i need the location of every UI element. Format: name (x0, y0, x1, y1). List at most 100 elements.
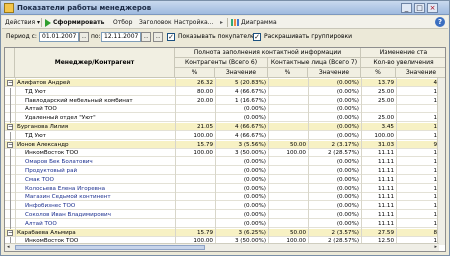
column-divider (15, 78, 16, 251)
column-divider (361, 78, 362, 251)
row-value (268, 123, 308, 131)
row-name: Павлодарский мебельный комбинат (25, 97, 133, 104)
col-increase: Кол-во увеличения (361, 58, 445, 68)
table-row[interactable]: ТД Уют 80.00 4 (66.67%) (0.00%) 25.00 1 (5, 87, 445, 97)
report-grid[interactable]: Менеджер/Контрагент Полнота заполнения к… (4, 47, 446, 252)
row-name: Удаленный отдел "Уют" (25, 115, 96, 122)
scroll-right-icon[interactable]: ▸ (434, 244, 437, 250)
period-from-input[interactable]: 01.01.2007 (39, 32, 79, 42)
sub-pct: % (268, 68, 308, 78)
period-to-input[interactable]: 12.11.2007 (101, 32, 141, 42)
row-value: 4 (433, 80, 437, 86)
row-value: (0.00%) (336, 106, 359, 113)
table-row[interactable]: Колосьева Елена Игоревна (0.00%) (0.00%) 11… (5, 184, 445, 194)
settings-button[interactable]: Настройка... (174, 17, 213, 28)
row-value: 13.79 (377, 80, 394, 86)
manager-group-row[interactable]: − Ионов Александр 15.79 3 (5.56%) 50.00 2 (3.… (5, 140, 445, 149)
vertical-scrollbar[interactable] (437, 78, 445, 245)
column-divider (268, 78, 269, 251)
row-value (175, 202, 215, 210)
generate-button[interactable]: Сформировать (45, 17, 104, 28)
app-icon (4, 3, 14, 13)
table-row[interactable]: Магазин Седьмой континент (0.00%) (0.00%) 1… (5, 193, 445, 203)
header-button[interactable]: Заголовок (139, 17, 172, 28)
row-name: Алтай ТОО (25, 106, 57, 113)
row-value: (0.00%) (336, 159, 359, 166)
report-window: Показатели работы менеджеров _ □ × Дейст… (0, 0, 450, 256)
row-value: 4 (66.67%) (234, 88, 266, 95)
settings-arrow-icon[interactable]: ▸ (220, 17, 223, 28)
row-value (175, 193, 215, 201)
row-value: 9 (433, 141, 437, 148)
sub-pct: % (361, 68, 396, 78)
row-value (396, 105, 439, 113)
collapse-icon[interactable]: − (7, 124, 13, 130)
row-value (268, 105, 308, 113)
color-groups-checkbox[interactable]: ✓ (253, 33, 261, 41)
show-buyers-checkbox[interactable]: ✓ (167, 33, 175, 41)
row-value: (0.00%) (336, 220, 359, 227)
selection-button[interactable]: Отбор (113, 17, 132, 28)
row-value: (0.00%) (336, 194, 359, 201)
title-bar: Показатели работы менеджеров _ □ × (1, 1, 449, 15)
manager-group-row[interactable]: − Бурганова Лилия 21.05 4 (66.67%) (0.00%) 3.… (5, 123, 445, 131)
row-value (268, 158, 308, 166)
row-value (268, 79, 308, 87)
actions-menu[interactable]: Действия ▾ (5, 17, 40, 28)
sub-value: Значение (396, 68, 445, 78)
row-value: (0.00%) (243, 212, 266, 218)
period-select-button[interactable]: … (153, 32, 163, 42)
chart-button[interactable]: Диаграмма (231, 17, 277, 28)
toolbar-separator (41, 18, 42, 27)
calendar-from-icon[interactable]: … (79, 32, 89, 42)
table-row[interactable]: Продуктовый рай (0.00%) (0.00%) 11.11 1 (5, 167, 445, 176)
row-value: (0.00%) (243, 159, 266, 166)
row-value: 4 (66.67%) (234, 124, 266, 130)
table-row[interactable]: Смак ТОО (0.00%) (0.00%) 11.11 1 (5, 175, 445, 185)
collapse-icon[interactable]: − (7, 141, 13, 148)
row-value: 26.32 (196, 80, 213, 86)
row-value (268, 193, 308, 201)
row-value: (0.00%) (336, 115, 359, 122)
table-row[interactable]: Инфобизнес ТОО (0.00%) (0.00%) 11.11 1 (5, 202, 445, 212)
row-value: (0.00%) (243, 176, 266, 183)
minimize-button[interactable]: _ (401, 3, 412, 13)
calendar-to-icon[interactable]: … (141, 32, 151, 42)
row-value: (0.00%) (243, 115, 266, 122)
row-value: (0.00%) (243, 203, 266, 210)
manager-group-row[interactable]: − Алифатов Андрей 26.32 5 (20.83%) (0.00%) 13… (5, 79, 445, 87)
table-row[interactable]: Омаров Бек Болатович (0.00%) (0.00%) 11.11 1 (5, 158, 445, 168)
table-row[interactable]: Алтай ТОО (0.00%) (0.00%) (5, 105, 445, 115)
row-name: ТД Уют (25, 88, 46, 95)
table-row[interactable]: ИнкомВосток ТОО 100.00 3 (50.00%) 100.00 2 (… (5, 149, 445, 159)
tree-line (10, 202, 11, 212)
row-value: 11.11 (377, 220, 394, 227)
table-row[interactable]: ТД Уют 100.00 4 (66.67%) (0.00%) 100.00 1 (5, 131, 445, 141)
row-value: 25.00 (377, 88, 394, 95)
col-contacts: Контактные лица (Всего 7) (268, 58, 361, 68)
row-value (268, 211, 308, 219)
row-value (268, 97, 308, 105)
col-manager: Менеджер/Контрагент (15, 48, 175, 78)
table-row[interactable]: Соколов Иван Владимирович (0.00%) (0.00%) 1… (5, 211, 445, 220)
row-value: 20.00 (196, 97, 213, 104)
scroll-left-icon[interactable]: ◂ (7, 244, 10, 250)
maximize-button[interactable]: □ (414, 3, 425, 13)
tree-line (10, 184, 11, 194)
column-divider (215, 78, 216, 251)
collapse-icon[interactable]: − (7, 80, 13, 86)
close-button[interactable]: × (427, 3, 438, 13)
row-value: 31.03 (377, 141, 394, 148)
tree-line (10, 167, 11, 176)
horizontal-scroll-thumb[interactable] (15, 245, 205, 250)
collapse-icon[interactable]: − (7, 229, 13, 236)
help-icon[interactable]: ? (435, 17, 445, 27)
generate-label: Сформировать (53, 19, 105, 26)
manager-group-row[interactable]: − Карабаева Альмира 15.79 3 (6.25%) 50.00 2 (… (5, 228, 445, 237)
table-row[interactable]: Алтай ТОО (0.00%) (0.00%) 11.11 1 (5, 219, 445, 229)
row-value: 1 (16.67%) (234, 97, 266, 104)
row-value: 11.11 (377, 203, 394, 210)
horizontal-scrollbar[interactable]: ◂ ▸ (5, 243, 439, 251)
table-row[interactable]: Павлодарский мебельный комбинат 20.00 1 (1… (5, 96, 445, 106)
table-row[interactable]: Удаленный отдел "Уют" (0.00%) (0.00%) 25.00… (5, 114, 445, 124)
